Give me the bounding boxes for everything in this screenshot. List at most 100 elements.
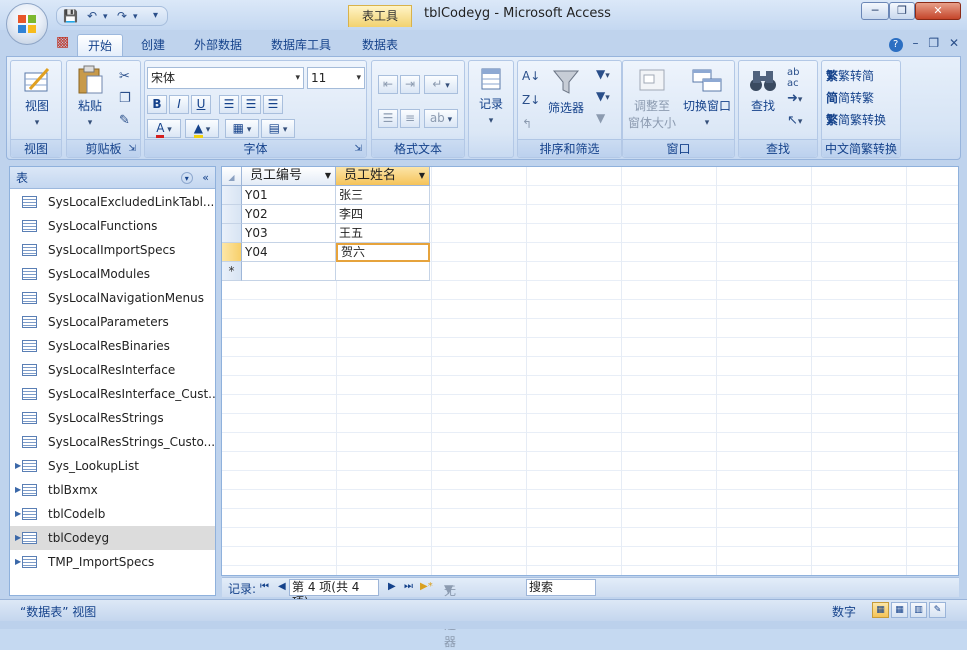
decrease-indent-button[interactable]: ⇤ [378, 75, 398, 94]
ribbon-minimize-icon[interactable]: – [913, 36, 919, 50]
ribbon-restore-icon[interactable]: ❐ [928, 36, 939, 50]
collapse-pane-icon[interactable]: « [202, 171, 209, 184]
find-button[interactable]: 查找 [743, 67, 783, 114]
new-record-icon[interactable]: ▶* [420, 581, 433, 592]
increase-indent-button[interactable]: ⇥ [400, 75, 420, 94]
datasheet-view-button[interactable]: ▦ [872, 602, 889, 618]
nav-item-table[interactable]: SysLocalFunctions [10, 214, 215, 238]
cell-employee-name[interactable]: 李四 [336, 205, 430, 224]
filter-button[interactable]: 筛选器 [542, 67, 590, 116]
replace-icon[interactable]: ab ac [787, 67, 799, 89]
design-view-button[interactable]: ✎ [929, 602, 946, 618]
ribbon-close-icon[interactable]: ✕ [949, 36, 959, 50]
undo-icon[interactable]: ↶ [87, 9, 97, 23]
format-painter-icon[interactable]: ✎ [119, 113, 130, 128]
cell-employee-name[interactable]: 贺六 [336, 243, 430, 262]
select-all-corner[interactable]: ◢ [222, 167, 242, 186]
first-record-icon[interactable]: ⏮ [260, 581, 269, 592]
clear-sort-icon[interactable]: ↰ [522, 117, 532, 131]
font-family-select[interactable]: 宋体 ▾ [147, 67, 304, 89]
cell-employee-id[interactable]: Y01 [242, 186, 336, 205]
nav-item-table[interactable]: SysLocalExcludedLinkTabl... [10, 190, 215, 214]
column-header-employee-id[interactable]: 员工编号 ▼ [242, 167, 336, 186]
sort-descending-icon[interactable]: Z↓ [522, 93, 540, 107]
cell-employee-name[interactable]: 张三 [336, 186, 430, 205]
record-selector[interactable] [222, 205, 242, 224]
cell-employee-name[interactable]: 王五 [336, 224, 430, 243]
goto-icon[interactable]: ➜▾ [787, 91, 802, 106]
pivotchart-view-button[interactable]: ▥ [910, 602, 927, 618]
redo-dropdown-icon[interactable]: ▾ [133, 12, 138, 22]
nav-item-table[interactable]: SysLocalResInterface [10, 358, 215, 382]
italic-button[interactable]: I [169, 95, 189, 114]
highlight-button[interactable]: ab ▾ [424, 109, 458, 128]
font-size-select[interactable]: 11 ▾ [307, 67, 365, 89]
switch-windows-button[interactable]: 切换窗口 ▾ [679, 67, 735, 128]
nav-item-table[interactable]: ▶ Sys_LookupList [10, 454, 215, 478]
sort-ascending-icon[interactable]: A↓ [522, 69, 540, 83]
chevron-down-icon[interactable]: ▾ [180, 172, 193, 184]
column-dropdown-icon[interactable]: ▼ [419, 167, 425, 185]
last-record-icon[interactable]: ⏭ [404, 581, 413, 592]
cut-icon[interactable]: ✂ [119, 69, 130, 84]
chinese-conversion-button[interactable]: 繁简繁转换 [826, 111, 886, 128]
select-icon[interactable]: ↖▾ [787, 113, 802, 128]
next-record-icon[interactable]: ▶ [388, 581, 396, 592]
view-button[interactable]: 视图 ▾ [15, 65, 59, 128]
nav-item-table[interactable]: SysLocalNavigationMenus [10, 286, 215, 310]
bullets-button[interactable]: ≡ [400, 109, 420, 128]
nav-item-table[interactable]: ▶ tblCodelb [10, 502, 215, 526]
current-record-field[interactable]: 第 4 项(共 4 项) [289, 579, 379, 609]
alternate-fill-button[interactable]: ▤ ▾ [261, 119, 295, 138]
fill-color-button[interactable]: ▲ ▾ [185, 119, 219, 138]
nav-pane-header[interactable]: 表 ▾ « [10, 167, 215, 189]
maximize-button[interactable]: ❐ [889, 2, 915, 20]
nav-item-table[interactable]: SysLocalResStrings_Custo... [10, 430, 215, 454]
records-button[interactable]: 记录 ▾ [471, 67, 511, 126]
gridlines-button[interactable]: ▦ ▾ [225, 119, 259, 138]
nav-item-table[interactable]: SysLocalImportSpecs [10, 238, 215, 262]
new-record-selector[interactable]: * [222, 262, 242, 281]
advanced-filter-icon[interactable]: ▼▾ [596, 89, 610, 103]
cell-employee-id[interactable]: Y04 [242, 243, 336, 262]
undo-dropdown-icon[interactable]: ▾ [103, 12, 108, 22]
dialog-launcher-icon[interactable]: ⇲ [128, 140, 136, 158]
nav-item-table[interactable]: SysLocalResStrings [10, 406, 215, 430]
nav-item-table[interactable]: SysLocalModules [10, 262, 215, 286]
column-header-employee-name[interactable]: 员工姓名 ▼ [336, 167, 430, 186]
align-left-button[interactable]: ☰ [219, 95, 239, 114]
nav-item-table[interactable]: ▶ TMP_ImportSpecs [10, 550, 215, 574]
tab-create[interactable]: 创建 [141, 34, 165, 56]
text-direction-button[interactable]: ↵ ▾ [424, 75, 458, 94]
customize-qat-icon[interactable]: ▾ [153, 10, 158, 21]
tab-home[interactable]: 开始 [77, 34, 124, 56]
font-color-button[interactable]: A ▾ [147, 119, 181, 138]
office-button[interactable] [6, 3, 48, 45]
selection-filter-icon[interactable]: ▼▾ [596, 67, 610, 81]
search-input[interactable]: 搜索 [526, 579, 596, 596]
record-selector[interactable] [222, 224, 242, 243]
tab-database-tools[interactable]: 数据库工具 [271, 34, 331, 56]
dialog-launcher-icon[interactable]: ⇲ [354, 140, 362, 158]
nav-item-table[interactable]: SysLocalParameters [10, 310, 215, 334]
new-record-cell[interactable] [242, 262, 336, 281]
align-right-button[interactable]: ☰ [263, 95, 283, 114]
underline-button[interactable]: U [191, 95, 211, 114]
nav-item-table[interactable]: ▶ tblBxmx [10, 478, 215, 502]
pivottable-view-button[interactable]: ▦ [891, 602, 908, 618]
minimize-button[interactable]: ─ [861, 2, 889, 20]
record-selector[interactable] [222, 243, 242, 262]
nav-item-table[interactable]: SysLocalResInterface_Cust... [10, 382, 215, 406]
save-icon[interactable]: 💾 [63, 9, 78, 23]
align-center-button[interactable]: ☰ [241, 95, 261, 114]
size-to-fit-form-button[interactable]: 调整至 窗体大小 [625, 67, 679, 131]
cell-employee-id[interactable]: Y03 [242, 224, 336, 243]
new-record-cell[interactable] [336, 262, 430, 281]
redo-icon[interactable]: ↷ [117, 9, 127, 23]
toggle-filter-icon[interactable]: ▼ [596, 111, 605, 125]
nav-item-table[interactable]: ▶ tblCodeyg [10, 526, 215, 550]
nav-item-table[interactable]: SysLocalResBinaries [10, 334, 215, 358]
copy-icon[interactable]: ❐ [119, 91, 131, 106]
record-selector[interactable] [222, 186, 242, 205]
numbering-button[interactable]: ☰ [378, 109, 398, 128]
